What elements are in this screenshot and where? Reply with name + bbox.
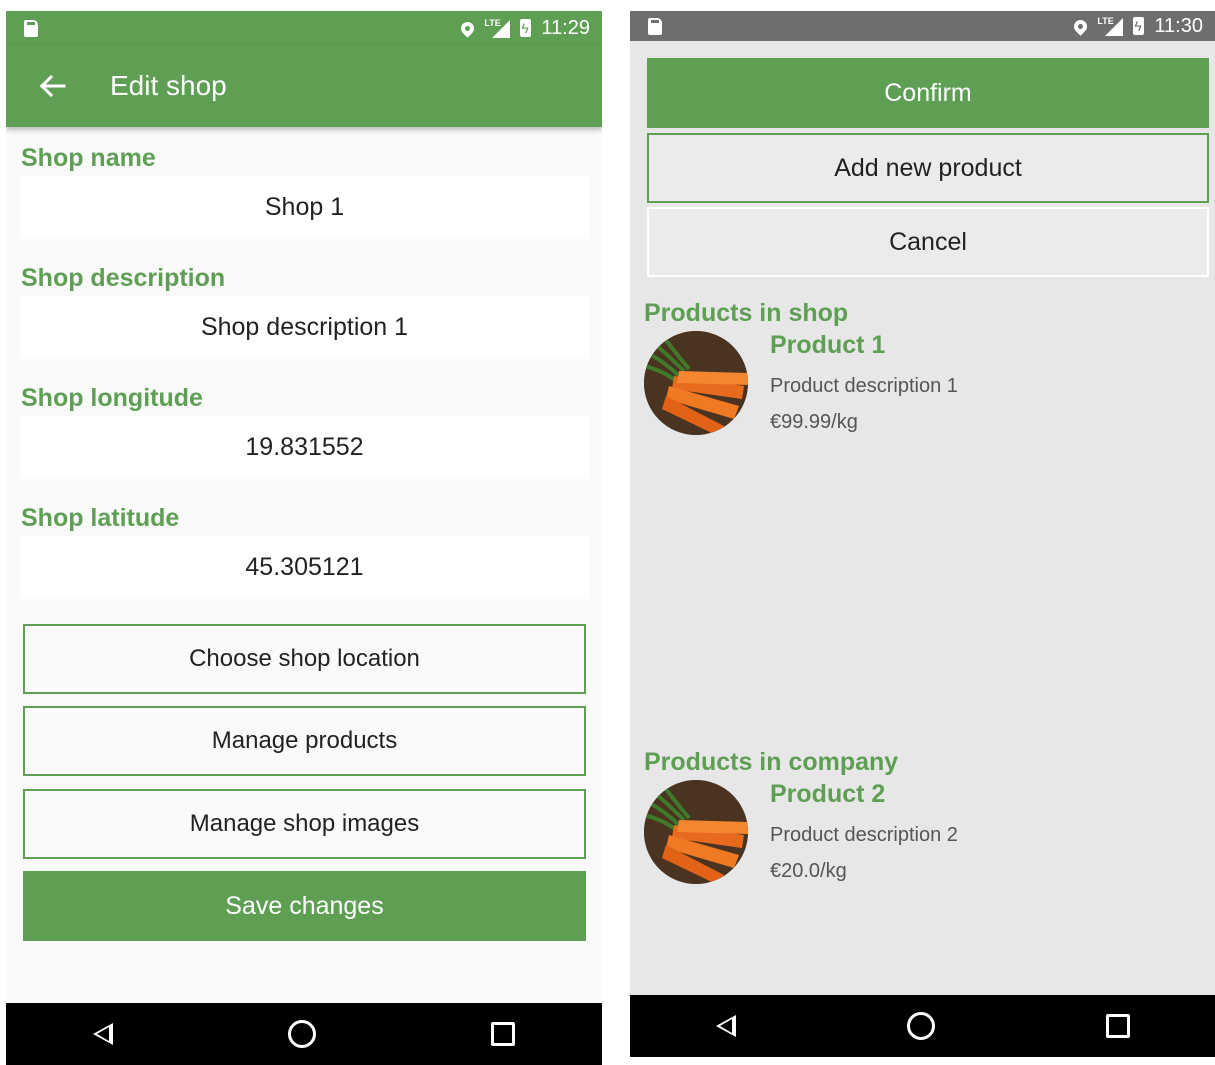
back-arrow-icon[interactable] <box>32 66 72 106</box>
product-description: Product description 1 <box>770 375 958 397</box>
confirm-button[interactable]: Confirm <box>647 58 1209 128</box>
nav-home-icon[interactable] <box>287 1020 316 1048</box>
edit-shop-screen: LTE 11:29 Edit shop Shop name Shop 1 Sho… <box>6 11 602 1065</box>
battery-charging-icon <box>1133 17 1145 35</box>
sd-card-icon <box>24 19 38 37</box>
nav-recents-icon[interactable] <box>490 1022 515 1046</box>
status-bar: LTE 11:30 <box>630 11 1215 41</box>
product-price: €20.0/kg <box>770 860 847 882</box>
shop-description-input[interactable]: Shop description 1 <box>20 296 589 359</box>
choose-location-button[interactable]: Choose shop location <box>23 624 586 694</box>
cancel-button[interactable]: Cancel <box>647 207 1209 277</box>
manage-images-button[interactable]: Manage shop images <box>23 789 586 859</box>
sd-card-icon <box>648 17 662 35</box>
app-bar: Edit shop <box>6 45 602 127</box>
product-name: Product 1 <box>770 331 886 359</box>
manage-products-screen: LTE 11:30 Confirm Add new product Cancel… <box>630 11 1215 1057</box>
add-new-product-button[interactable]: Add new product <box>647 133 1209 203</box>
navigation-bar <box>6 1003 602 1065</box>
save-changes-button[interactable]: Save changes <box>23 871 586 941</box>
product-image <box>644 780 748 884</box>
nav-back-icon[interactable] <box>715 1015 736 1037</box>
shop-longitude-input[interactable]: 19.831552 <box>20 416 589 479</box>
product-price: €99.99/kg <box>770 411 858 433</box>
products-in-shop-title: Products in shop <box>644 299 849 327</box>
location-icon <box>1071 16 1091 36</box>
product-image <box>644 331 748 435</box>
product-name: Product 2 <box>770 780 886 808</box>
products-in-company-title: Products in company <box>644 748 899 776</box>
signal-icon: LTE <box>484 18 511 38</box>
shop-name-label: Shop name <box>21 144 156 172</box>
list-item[interactable]: Product 1 Product description 1 €99.99/k… <box>644 331 1204 441</box>
shop-latitude-label: Shop latitude <box>21 504 180 532</box>
product-description: Product description 2 <box>770 824 958 846</box>
list-item[interactable]: Product 2 Product description 2 €20.0/kg <box>644 780 1204 890</box>
nav-home-icon[interactable] <box>906 1012 935 1040</box>
clock: 11:29 <box>541 16 590 39</box>
manage-products-button[interactable]: Manage products <box>23 706 586 776</box>
battery-charging-icon <box>520 19 532 37</box>
location-icon <box>458 18 478 38</box>
shop-name-input[interactable]: Shop 1 <box>20 176 589 239</box>
clock: 11:30 <box>1154 14 1203 37</box>
shop-description-label: Shop description <box>21 264 226 292</box>
page-title: Edit shop <box>110 70 227 101</box>
shop-latitude-input[interactable]: 45.305121 <box>20 536 589 599</box>
nav-back-icon[interactable] <box>93 1023 114 1045</box>
shop-longitude-label: Shop longitude <box>21 384 203 412</box>
nav-recents-icon[interactable] <box>1105 1014 1130 1038</box>
navigation-bar <box>630 995 1215 1057</box>
status-bar: LTE 11:29 <box>6 11 602 45</box>
signal-icon: LTE <box>1097 16 1124 36</box>
